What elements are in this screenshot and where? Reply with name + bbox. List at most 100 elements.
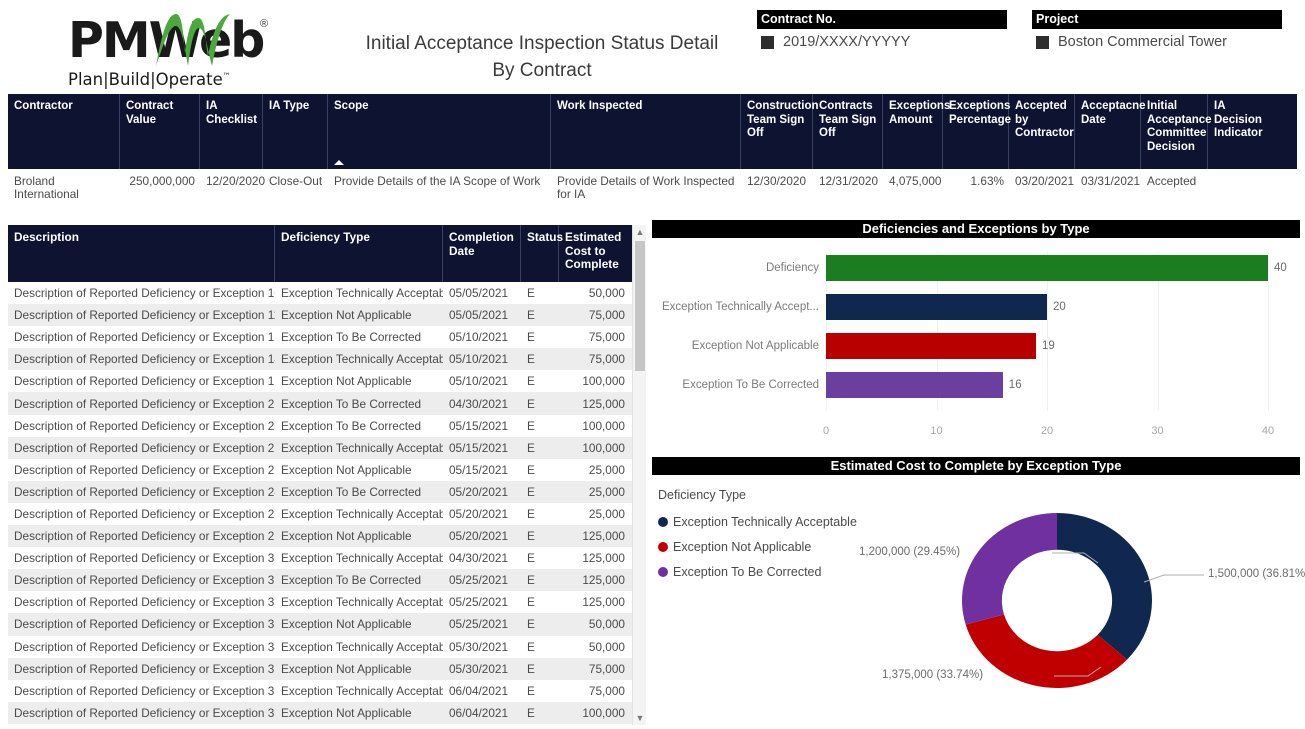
cell-completion-date: 04/30/2021 <box>449 396 509 411</box>
bar-rect[interactable] <box>826 294 1047 320</box>
col-committee-decision[interactable]: Initial Acceptance Committee Decision <box>1141 94 1212 169</box>
col-accepted-by-contractor[interactable]: Accepted by Contractor <box>1009 94 1075 169</box>
col-exceptions-percentage[interactable]: Exceptions Percentage <box>943 94 1011 169</box>
cell-description: Description of Reported Deficiency or Ex… <box>14 396 275 411</box>
cell-ia-type: Close-Out <box>269 174 323 188</box>
col-scope[interactable]: Scope <box>328 94 551 169</box>
col-contractor[interactable]: Contractor <box>8 94 120 169</box>
table-row[interactable]: Description of Reported Deficiency or Ex… <box>8 547 646 570</box>
cell-status: E <box>527 484 535 499</box>
cell-estimated-cost: 125,000 <box>582 573 625 588</box>
table-row[interactable]: Description of Reported Deficiency or Ex… <box>8 591 646 614</box>
cell-description: Description of Reported Deficiency or Ex… <box>14 661 275 676</box>
col-description[interactable]: Description <box>8 225 275 282</box>
bar-series-item[interactable]: Exception Not Applicable 19 <box>652 330 1300 362</box>
table-row[interactable]: Description of Reported Deficiency or Ex… <box>8 701 646 724</box>
col-status[interactable]: Status <box>521 225 563 282</box>
cell-status: E <box>527 418 535 433</box>
filter-contract-no[interactable]: Contract No. 2019/XXXX/YYYYY <box>757 10 1007 50</box>
col-completion-date[interactable]: Completion Date <box>443 225 521 282</box>
col-ia-checklist[interactable]: IA Checklist <box>200 94 263 169</box>
scroll-down-icon[interactable]: ▼ <box>633 711 647 725</box>
cell-deficiency-type: Exception Technically Acceptable <box>281 595 443 610</box>
bar-rect[interactable] <box>826 255 1268 281</box>
cell-completion-date: 05/25/2021 <box>449 573 509 588</box>
table-row[interactable]: Description of Reported Deficiency or Ex… <box>8 304 646 327</box>
col-contract-value[interactable]: Contract Value <box>120 94 200 169</box>
col-ia-type[interactable]: IA Type <box>263 94 328 169</box>
col-work-inspected[interactable]: Work Inspected <box>551 94 741 169</box>
cell-completion-date: 05/10/2021 <box>449 352 509 367</box>
col-acceptance-date[interactable]: Acceptacne Date <box>1075 94 1146 169</box>
bar-rect[interactable] <box>826 333 1036 359</box>
table-row[interactable]: Description of Reported Deficiency or Ex… <box>8 635 646 658</box>
col-exceptions-amount[interactable]: Exceptions Amount <box>883 94 950 169</box>
cell-estimated-cost: 75,000 <box>588 308 625 323</box>
cell-status: E <box>527 661 535 676</box>
table-row[interactable]: Description of Reported Deficiency or Ex… <box>8 370 646 393</box>
cell-completion-date: 06/04/2021 <box>449 683 509 698</box>
bar-value-label: 19 <box>1041 340 1055 352</box>
cell-completion-date: 05/25/2021 <box>449 595 509 610</box>
scroll-up-icon[interactable]: ▲ <box>633 225 647 239</box>
bar-series-item[interactable]: Exception To Be Corrected 16 <box>652 369 1300 401</box>
table-row[interactable]: Broland International 250,000,000 12/20/… <box>8 169 1297 202</box>
filter-contract-no-value[interactable]: 2019/XXXX/YYYYY <box>783 34 910 50</box>
col-contracts-sign-off[interactable]: Contracts Team Sign Off <box>813 94 883 169</box>
table-row[interactable]: Description of Reported Deficiency or Ex… <box>8 679 646 702</box>
bar-series-item[interactable]: Exception Technically Accept... 20 <box>652 291 1300 323</box>
cell-estimated-cost: 75,000 <box>588 330 625 345</box>
table-row[interactable]: Description of Reported Deficiency or Ex… <box>8 613 646 636</box>
cell-description: Description of Reported Deficiency or Ex… <box>14 705 275 720</box>
col-estimated-cost[interactable]: Estimated Cost to Complete <box>559 225 631 282</box>
cell-status: E <box>527 573 535 588</box>
cell-deficiency-type: Exception To Be Corrected <box>281 330 422 345</box>
table-row[interactable]: Description of Reported Deficiency or Ex… <box>8 525 646 548</box>
cell-completion-date: 05/15/2021 <box>449 440 509 455</box>
contract-summary-table: Contractor Contract Value IA Checklist I… <box>8 94 1297 202</box>
table-row[interactable]: Description of Reported Deficiency or Ex… <box>8 326 646 349</box>
table-row[interactable]: Description of Reported Deficiency or Ex… <box>8 657 646 680</box>
table-row[interactable]: Description of Reported Deficiency or Ex… <box>8 436 646 459</box>
table-row[interactable]: Description of Reported Deficiency or Ex… <box>8 458 646 481</box>
table-row[interactable]: Description of Reported Deficiency or Ex… <box>8 569 646 592</box>
table-row[interactable]: Description of Reported Deficiency or Ex… <box>8 502 646 526</box>
bar-category-label: Exception To Be Corrected <box>682 379 819 391</box>
col-deficiency-type[interactable]: Deficiency Type <box>275 225 443 282</box>
page-title: Initial Acceptance Inspection Status Det… <box>340 30 744 84</box>
checkbox-icon[interactable] <box>761 35 774 49</box>
bar-category-label: Exception Not Applicable <box>691 340 819 352</box>
cell-contracts-sign-off: 12/31/2020 <box>819 174 879 188</box>
col-ia-decision-indicator[interactable]: IA Decision Indicator <box>1208 94 1263 169</box>
bar-category-label: Exception Technically Accept... <box>661 301 819 313</box>
cell-estimated-cost: 100,000 <box>582 418 625 433</box>
cell-status: E <box>527 529 535 544</box>
x-axis-tick-label: 10 <box>930 425 943 437</box>
cell-estimated-cost: 75,000 <box>588 683 625 698</box>
table-row[interactable]: Description of Reported Deficiency or Ex… <box>8 414 646 437</box>
col-construction-sign-off[interactable]: Construction Team Sign Off <box>741 94 819 169</box>
filter-project-value[interactable]: Boston Commercial Tower <box>1058 34 1227 50</box>
checkbox-icon[interactable] <box>1036 35 1049 49</box>
sort-ascending-icon[interactable] <box>334 160 344 165</box>
cell-estimated-cost: 75,000 <box>588 661 625 676</box>
cell-completion-date: 06/04/2021 <box>449 705 509 720</box>
table-row[interactable]: Description of Reported Deficiency or Ex… <box>8 480 646 503</box>
detail-table-scrollbar[interactable]: ▲ ▼ <box>632 225 646 725</box>
cell-deficiency-type: Exception Not Applicable <box>281 705 412 720</box>
table-row[interactable]: Description of Reported Deficiency or Ex… <box>8 392 646 415</box>
cell-estimated-cost: 100,000 <box>582 374 625 389</box>
bar-chart-plot: 0 10 20 30 40 Deficiency 40 Exception Technical… <box>652 238 1300 443</box>
scrollbar-thumb[interactable] <box>635 241 645 371</box>
table-row[interactable]: Description of Reported Deficiency or Ex… <box>8 282 646 305</box>
table-row[interactable]: Description of Reported Deficiency or Ex… <box>8 348 646 371</box>
cell-contractor: Broland International <box>14 174 79 201</box>
donut-chart-panel: Estimated Cost to Complete by Exception … <box>652 457 1305 720</box>
bar-series-item[interactable]: Deficiency 40 <box>652 252 1300 284</box>
page-title-line2: By Contract <box>492 60 592 81</box>
cell-description: Description of Reported Deficiency or Ex… <box>14 308 275 323</box>
trademark-mark: ™ <box>222 71 231 81</box>
filter-project[interactable]: Project Boston Commercial Tower <box>1032 10 1282 50</box>
bar-rect[interactable] <box>826 372 1003 398</box>
cell-completion-date: 05/15/2021 <box>449 418 509 433</box>
